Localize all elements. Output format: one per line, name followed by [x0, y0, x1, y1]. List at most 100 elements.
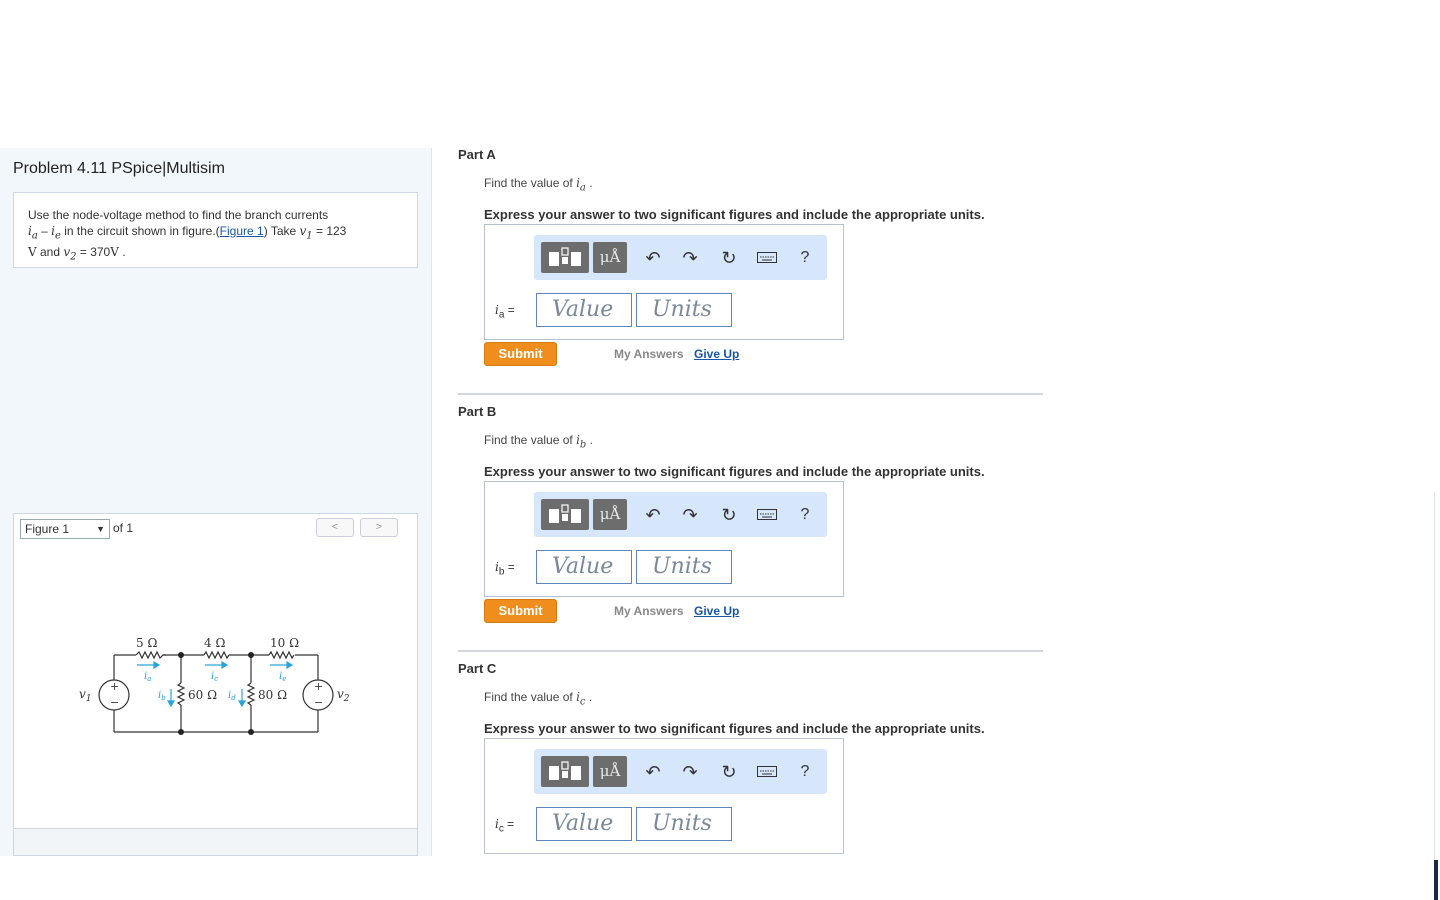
current-id-label: id: [228, 690, 236, 702]
scrollbar-track[interactable]: [1434, 492, 1435, 860]
problem-text-8: .: [118, 245, 126, 260]
problem-text: Use the node-voltage method to find the …: [28, 207, 408, 266]
current-ie-label: ie: [279, 671, 286, 683]
redo-icon[interactable]: ↷: [680, 505, 700, 525]
part-c-variable-label: ic =: [495, 817, 515, 835]
problem-title: Problem 4.11 PSpice|Multisim: [13, 160, 225, 177]
part-b-units-input[interactable]: Units: [636, 550, 732, 584]
part-b-value-input[interactable]: Value: [536, 550, 632, 584]
keyboard-icon[interactable]: [757, 762, 777, 782]
problem-text-4: = 123: [312, 224, 347, 238]
templates-icon[interactable]: [541, 499, 589, 530]
templates-icon[interactable]: [541, 756, 589, 787]
part-a-answer-box: μÅ ↶ ↷ ↻ ? ia = Value Units: [484, 224, 844, 340]
figure-select-value: Figure 1: [25, 522, 70, 536]
redo-icon[interactable]: ↷: [680, 248, 700, 268]
reset-icon[interactable]: ↻: [719, 505, 739, 525]
part-b-instructions: Express your answer to two significant f…: [484, 464, 985, 479]
part-a-my-answers: My Answers: [614, 347, 684, 361]
undo-icon[interactable]: ↶: [643, 248, 663, 268]
templates-icon[interactable]: [541, 242, 589, 273]
resistor-label-4: 4 Ω: [204, 636, 225, 650]
minus-sign-2: −: [314, 696, 323, 709]
part-c-answer-box: μÅ ↶ ↷ ↻ ? ic = Value Units: [484, 738, 844, 854]
help-icon[interactable]: ?: [795, 248, 815, 268]
chevron-down-icon: ▼: [96, 524, 105, 534]
v1-symbol: v1: [299, 224, 313, 242]
part-a-submit-button[interactable]: Submit: [484, 342, 557, 366]
part-a-value-input[interactable]: Value: [536, 293, 632, 327]
current-ib-label: ib: [158, 690, 166, 702]
circuit-diagram: 5 Ω 4 Ω 10 Ω 60 Ω 80 Ω v1 v2 + − + − ia …: [79, 636, 350, 735]
problem-text-1: Use the node-voltage method to find the …: [28, 208, 329, 222]
problem-text-5: and: [36, 245, 64, 260]
node-2: [248, 652, 254, 658]
unit-v2: V: [110, 245, 119, 260]
units-icon[interactable]: μÅ: [593, 242, 627, 273]
part-a-give-up-link[interactable]: Give Up: [694, 347, 739, 361]
node-4: [248, 729, 254, 735]
part-a: Part A Find the value of ia . Express yo…: [458, 147, 1043, 397]
resistor-label-60: 60 Ω: [188, 688, 217, 702]
current-ic-label: ic: [211, 671, 218, 683]
part-a-title: Part A: [458, 147, 496, 162]
problem-text-3: ) Take: [263, 224, 300, 238]
node-3: [178, 729, 184, 735]
part-b-prompt: Find the value of ib .: [484, 433, 593, 451]
part-divider: [458, 650, 1043, 652]
part-a-variable-label: ia =: [495, 303, 515, 321]
units-icon[interactable]: μÅ: [593, 756, 627, 787]
part-c-units-input[interactable]: Units: [636, 807, 732, 841]
part-b-answer-box: μÅ ↶ ↷ ↻ ? ib = Value Units: [484, 481, 844, 597]
ie-symbol: ie: [51, 224, 61, 242]
part-c-title: Part C: [458, 661, 497, 676]
units-icon[interactable]: μÅ: [593, 499, 627, 530]
figure-next-button[interactable]: >: [360, 518, 398, 537]
part-b-give-up-link[interactable]: Give Up: [694, 604, 739, 618]
undo-icon[interactable]: ↶: [643, 505, 663, 525]
part-b-submit-button[interactable]: Submit: [484, 599, 557, 623]
problem-text-2: in the circuit shown in figure.(: [60, 224, 220, 238]
figure-footer: [13, 828, 418, 856]
help-icon[interactable]: ?: [795, 505, 815, 525]
part-b-my-answers: My Answers: [614, 604, 684, 618]
part-c: Part C Find the value of ic . Express yo…: [458, 661, 1043, 857]
minus-sign-1: −: [110, 696, 119, 709]
part-a-toolbar: μÅ ↶ ↷ ↻ ?: [534, 235, 827, 280]
source-v1-label: v1: [79, 687, 92, 704]
figure-select[interactable]: Figure 1 ▼: [20, 519, 110, 539]
figure-link[interactable]: Figure 1: [220, 224, 264, 238]
part-b-toolbar: μÅ ↶ ↷ ↻ ?: [534, 492, 827, 537]
source-v2-label: v2: [337, 687, 350, 704]
figure-viewer: 5 Ω 4 Ω 10 Ω 60 Ω 80 Ω v1 v2 + − + − ia …: [13, 543, 418, 828]
part-b: Part B Find the value of ib . Express yo…: [458, 404, 1043, 654]
scrollbar-thumb[interactable]: [1434, 860, 1438, 900]
problem-statement: Use the node-voltage method to find the …: [13, 192, 418, 268]
keyboard-icon[interactable]: [757, 248, 777, 268]
undo-icon[interactable]: ↶: [643, 762, 663, 782]
reset-icon[interactable]: ↻: [719, 762, 739, 782]
redo-icon[interactable]: ↷: [680, 762, 700, 782]
plus-sign-1: +: [110, 680, 119, 693]
dash: –: [37, 224, 52, 238]
resistor-label-5: 5 Ω: [136, 636, 157, 650]
node-1: [178, 652, 184, 658]
keyboard-icon[interactable]: [757, 505, 777, 525]
part-c-instructions: Express your answer to two significant f…: [484, 721, 985, 736]
part-c-prompt: Find the value of ic .: [484, 690, 593, 708]
problem-text-6: = 370: [76, 245, 111, 260]
part-a-prompt: Find the value of ia .: [484, 176, 593, 194]
ia-symbol: ia: [28, 224, 38, 242]
part-divider: [458, 393, 1043, 395]
figure-prev-button[interactable]: <: [316, 518, 354, 537]
reset-icon[interactable]: ↻: [719, 248, 739, 268]
current-ia-label: ia: [144, 671, 151, 683]
help-icon[interactable]: ?: [795, 762, 815, 782]
resistor-label-80: 80 Ω: [258, 688, 287, 702]
part-c-toolbar: μÅ ↶ ↷ ↻ ?: [534, 749, 827, 794]
resistor-label-10: 10 Ω: [270, 636, 299, 650]
figure-count: of 1: [113, 521, 134, 535]
part-b-title: Part B: [458, 404, 497, 419]
part-c-value-input[interactable]: Value: [536, 807, 632, 841]
part-a-units-input[interactable]: Units: [636, 293, 732, 327]
